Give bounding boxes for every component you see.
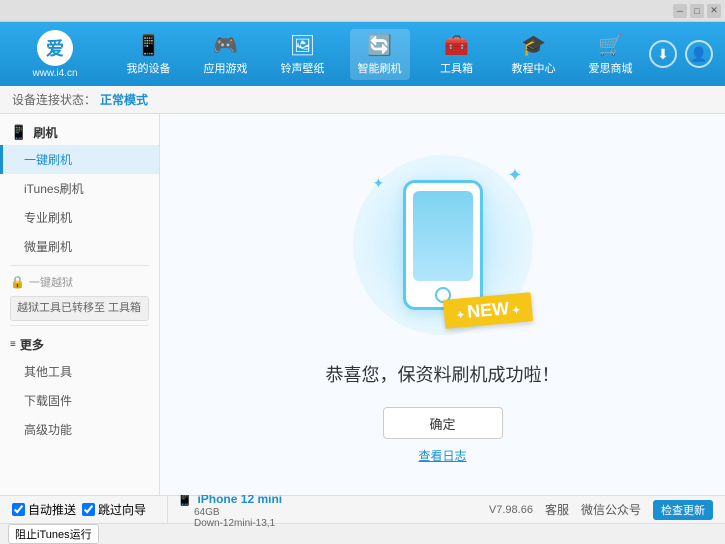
sidebar-item-save-flash[interactable]: 微量刷机 — [0, 232, 159, 261]
bottom-checkboxes: 自动推送 跳过向导 — [8, 496, 168, 523]
status-label: 设备连接状态： — [12, 91, 96, 108]
bottom-bar: 自动推送 跳过向导 📱 iPhone 12 mini 64GB Down-12m… — [0, 495, 725, 523]
refresh-icon: 🔄 — [367, 33, 392, 58]
phone-icon: 📱 — [136, 33, 161, 58]
flash-section-title: 刷机 — [33, 124, 57, 141]
sidebar-item-pro-flash[interactable]: 专业刷机 — [0, 203, 159, 232]
device-firmware: Down-12mini-13,1 — [176, 518, 489, 529]
maximize-button[interactable]: □ — [690, 4, 704, 18]
skip-wizard-label: 跳过向导 — [98, 501, 146, 518]
sidebar-item-other-tools[interactable]: 其他工具 — [0, 357, 159, 386]
content-area: ✦ ✦ NEW 恭喜您，保资料刷机成功啦！ 确定 查看日志 — [160, 114, 725, 495]
sidebar-divider-2 — [10, 325, 149, 326]
lock-icon: 🔒 — [10, 275, 25, 289]
nav-tutorial[interactable]: 🎓 教程中心 — [504, 29, 564, 80]
title-bar: ─ □ ✕ — [0, 0, 725, 22]
logo-area: 爱 www.i4.cn — [0, 30, 110, 79]
phone-screen — [413, 191, 473, 281]
nav-tutorial-label: 教程中心 — [512, 60, 556, 76]
more-section-title: 更多 — [20, 336, 44, 353]
sidebar-jailbreak-section: 🔒 一键越狱 — [0, 270, 159, 294]
bottom-right: V7.98.66 客服 微信公众号 检查更新 — [489, 500, 717, 520]
header: 爱 www.i4.cn 📱 我的设备 🎮 应用游戏 🖼 铃声壁纸 🔄 智能刷机 … — [0, 22, 725, 86]
more-icon: ≡ — [10, 339, 16, 350]
new-badge: NEW — [443, 292, 534, 329]
nav-right: ⬇ 👤 — [649, 40, 725, 68]
auto-push-label: 自动推送 — [28, 501, 76, 518]
device-firmware-text: Down-12mini-13,1 — [194, 518, 275, 529]
nav-my-device-label: 我的设备 — [127, 60, 171, 76]
status-bar: 设备连接状态： 正常模式 — [0, 86, 725, 114]
phone-body — [403, 180, 483, 310]
wechat-link[interactable]: 微信公众号 — [581, 501, 641, 518]
nav-smart-flash-label: 智能刷机 — [358, 60, 402, 76]
flash-section-icon: 📱 — [10, 124, 27, 141]
sidebar-item-one-key-flash[interactable]: 一键刷机 — [0, 145, 159, 174]
jailbreak-note: 越狱工具已转移至 工具箱 — [10, 296, 149, 321]
nav-toolbox[interactable]: 🧰 工具箱 — [427, 29, 487, 80]
jailbreak-note-text: 越狱工具已转移至 工具箱 — [17, 302, 141, 314]
advanced-label: 高级功能 — [24, 423, 72, 437]
sidebar-item-itunes-flash[interactable]: iTunes刷机 — [0, 174, 159, 203]
other-tools-label: 其他工具 — [24, 365, 72, 379]
close-button[interactable]: ✕ — [707, 4, 721, 18]
game-icon: 🎮 — [213, 33, 238, 58]
device-info: 📱 iPhone 12 mini 64GB Down-12mini-13,1 — [168, 490, 489, 529]
success-message: 恭喜您，保资料刷机成功啦！ — [326, 361, 560, 387]
customer-service-link[interactable]: 客服 — [545, 501, 569, 518]
sidebar: 📱 刷机 一键刷机 iTunes刷机 专业刷机 微量刷机 🔒 一键越狱 越狱工具… — [0, 114, 160, 495]
sidebar-item-advanced[interactable]: 高级功能 — [0, 415, 159, 444]
itunes-flash-label: iTunes刷机 — [24, 182, 84, 196]
sidebar-item-download-firmware[interactable]: 下载固件 — [0, 386, 159, 415]
sparkle-right-icon: ✦ — [507, 165, 522, 186]
status-value: 正常模式 — [100, 91, 148, 108]
log-link[interactable]: 查看日志 — [418, 447, 466, 464]
phone-illustration: ✦ ✦ NEW — [343, 145, 543, 345]
version-text: V7.98.66 — [489, 504, 533, 516]
nav-apps[interactable]: 🎮 应用游戏 — [196, 29, 256, 80]
nav-smart-flash[interactable]: 🔄 智能刷机 — [350, 29, 410, 80]
mall-icon: 🛒 — [598, 33, 623, 58]
nav-mall[interactable]: 🛒 爱思商城 — [581, 29, 641, 80]
toolbox-icon: 🧰 — [444, 33, 469, 58]
auto-push-checkbox[interactable] — [12, 503, 25, 516]
download-button[interactable]: ⬇ — [649, 40, 677, 68]
logo-icon: 爱 — [37, 30, 73, 66]
logo-text: www.i4.cn — [32, 68, 77, 79]
nav-bar: 📱 我的设备 🎮 应用游戏 🖼 铃声壁纸 🔄 智能刷机 🧰 工具箱 🎓 教程中心… — [110, 29, 649, 80]
sidebar-more-header: ≡ 更多 — [0, 330, 159, 357]
nav-mall-label: 爱思商城 — [589, 60, 633, 76]
sidebar-flash-header: 📱 刷机 — [0, 118, 159, 145]
skip-wizard-checkbox-label[interactable]: 跳过向导 — [82, 501, 146, 518]
auto-push-checkbox-label[interactable]: 自动推送 — [12, 501, 76, 518]
one-key-flash-label: 一键刷机 — [24, 153, 72, 167]
device-storage: 64GB — [176, 507, 489, 518]
skip-wizard-checkbox[interactable] — [82, 503, 95, 516]
wallpaper-icon: 🖼 — [290, 33, 315, 58]
minimize-button[interactable]: ─ — [673, 4, 687, 18]
check-update-button[interactable]: 检查更新 — [653, 500, 713, 520]
stop-itunes-button[interactable]: 阻止iTunes运行 — [8, 524, 99, 544]
tutorial-icon: 🎓 — [521, 33, 546, 58]
jailbreak-title: 一键越狱 — [29, 274, 73, 290]
pro-flash-label: 专业刷机 — [24, 211, 72, 225]
user-button[interactable]: 👤 — [685, 40, 713, 68]
save-flash-label: 微量刷机 — [24, 240, 72, 254]
nav-my-device[interactable]: 📱 我的设备 — [119, 29, 179, 80]
nav-toolbox-label: 工具箱 — [440, 60, 473, 76]
nav-wallpaper-label: 铃声壁纸 — [281, 60, 325, 76]
sidebar-divider-1 — [10, 265, 149, 266]
sparkle-left-icon: ✦ — [373, 175, 385, 192]
device-storage-text: 64GB — [194, 507, 220, 518]
confirm-button[interactable]: 确定 — [383, 407, 503, 439]
nav-wallpaper[interactable]: 🖼 铃声壁纸 — [273, 29, 333, 80]
main-layout: 📱 刷机 一键刷机 iTunes刷机 专业刷机 微量刷机 🔒 一键越狱 越狱工具… — [0, 114, 725, 495]
download-firmware-label: 下载固件 — [24, 394, 72, 408]
nav-apps-label: 应用游戏 — [204, 60, 248, 76]
